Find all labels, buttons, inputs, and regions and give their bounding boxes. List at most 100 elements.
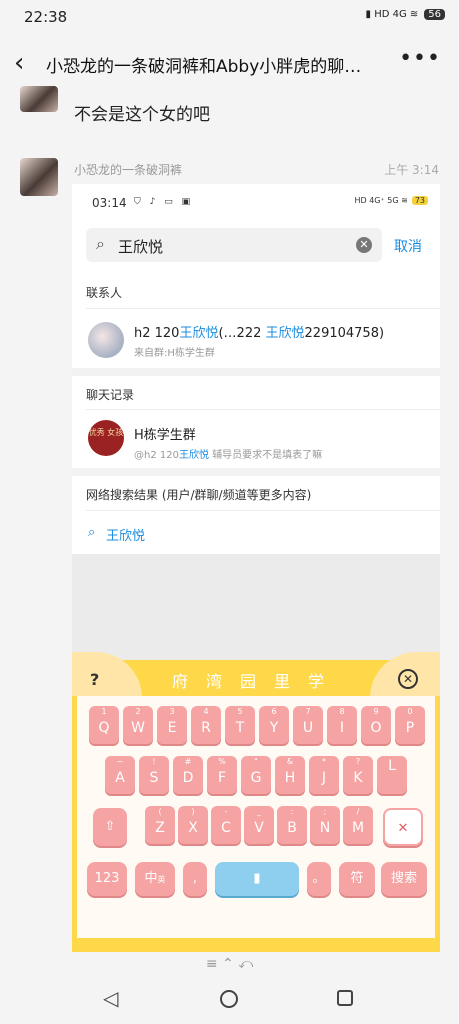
language-key[interactable]: 中英: [135, 862, 175, 896]
key-symbol: &: [286, 757, 294, 766]
key-symbol: ~: [116, 757, 124, 766]
preview-highlight: 王欣悦: [178, 450, 209, 461]
key-j[interactable]: * J: [309, 756, 339, 794]
key-symbol: 3: [169, 707, 175, 716]
key-letter: D: [182, 770, 194, 786]
key-y[interactable]: 6Y: [259, 706, 289, 744]
message-text: 不会是这个女的吧: [74, 105, 210, 125]
key-letter: F: [217, 770, 227, 786]
nav-home-icon[interactable]: [220, 990, 238, 1008]
key-w[interactable]: 2W: [123, 706, 153, 744]
contact-name-prefix: h2 120: [134, 326, 180, 341]
key-letter: X: [188, 820, 198, 836]
key-z[interactable]: (Z: [145, 806, 175, 844]
key-d[interactable]: # D: [173, 756, 203, 794]
web-search-query[interactable]: 王欣悦: [106, 525, 145, 544]
key-symbol: 7: [305, 707, 311, 716]
key-symbol: 9: [373, 707, 379, 716]
key-symbol: ;: [323, 807, 327, 816]
key-row-1: 1Q2W3E4R5T6Y7U8I9O0P: [89, 706, 429, 746]
nav-recents-icon[interactable]: [337, 990, 353, 1006]
key-s[interactable]: ! S: [139, 756, 169, 794]
image-signal-icons: HD 4G⁺ 5G ≋: [354, 196, 408, 205]
divider: [86, 308, 440, 309]
key-row-3: (Z) X - C _ V: B; N / M: [145, 806, 375, 846]
key-k[interactable]: ? K: [343, 756, 373, 794]
comma-key[interactable]: ,: [183, 862, 207, 896]
key-m[interactable]: / M: [343, 806, 373, 844]
key-q[interactable]: 1Q: [89, 706, 119, 744]
key-l[interactable]: L: [377, 756, 407, 794]
key-letter: H: [284, 770, 296, 786]
contact-avatar[interactable]: [88, 322, 124, 358]
search-key[interactable]: 搜索: [381, 862, 427, 896]
group-name[interactable]: H栋学生群: [134, 424, 196, 443]
search-input[interactable]: ⌕ 王欣悦 ✕: [86, 228, 382, 262]
key-symbol: ?: [355, 757, 361, 766]
key-symbol: 8: [339, 707, 345, 716]
key-letter: E: [167, 720, 177, 736]
message-image[interactable]: 03:14 ⛉ ♪ ▭ ▣ HD 4G⁺ 5G ≋ 73 ⌕ 王欣悦 ✕ 取消 …: [72, 184, 440, 952]
image-battery-icon: 73: [411, 196, 428, 205]
key-b[interactable]: :B: [277, 806, 307, 844]
key-i[interactable]: 8I: [327, 706, 357, 744]
key-e[interactable]: 3E: [157, 706, 187, 744]
chat-header: ‹ 小恐龙的一条破洞裤和Abby小胖虎的聊… •••: [0, 44, 459, 84]
divider: [86, 409, 440, 410]
key-letter: C: [221, 820, 231, 836]
key-p[interactable]: 0P: [395, 706, 425, 744]
key-letter: K: [353, 770, 363, 786]
key-symbol: %: [218, 757, 226, 766]
key-letter: U: [302, 720, 314, 736]
back-icon[interactable]: ‹: [14, 48, 24, 78]
key-r[interactable]: 4R: [191, 706, 221, 744]
contact-name-highlight: 王欣悦: [265, 326, 305, 341]
key-h[interactable]: & H: [275, 756, 305, 794]
key-letter: Z: [155, 820, 165, 836]
key-x[interactable]: ) X: [178, 806, 208, 844]
nav-back-icon[interactable]: ◁: [103, 986, 118, 1010]
key-o[interactable]: 9O: [361, 706, 391, 744]
key-symbol: *: [322, 757, 326, 766]
delete-key[interactable]: ✕: [383, 808, 423, 846]
search-icon: ⌕: [96, 234, 105, 253]
key-symbol: !: [152, 757, 156, 766]
key-f[interactable]: % F: [207, 756, 237, 794]
key-n[interactable]: ; N: [310, 806, 340, 844]
keys-area: 1Q2W3E4R5T6Y7U8I9O0P ~ A! S # D% F " G & H * J? K L (…: [72, 696, 440, 952]
space-key[interactable]: ▮: [215, 862, 299, 896]
key-a[interactable]: ~ A: [105, 756, 135, 794]
shift-key[interactable]: ⇧: [93, 808, 127, 846]
key-u[interactable]: 7U: [293, 706, 323, 744]
symbols-key[interactable]: 符: [339, 862, 375, 896]
more-icon[interactable]: •••: [399, 46, 441, 71]
avatar[interactable]: [20, 86, 58, 112]
contact-name[interactable]: h2 120王欣悦(…222 王欣悦229104758): [134, 322, 384, 341]
avatar[interactable]: [20, 158, 58, 196]
search-icon: ⌕: [88, 525, 96, 540]
period-key[interactable]: 。: [307, 862, 331, 896]
key-v[interactable]: _ V: [244, 806, 274, 844]
key-letter: Y: [269, 720, 279, 736]
contacts-header: 联系人: [86, 286, 123, 300]
key-symbol: #: [184, 757, 192, 766]
image-status-bar: 03:14 ⛉ ♪ ▭ ▣ HD 4G⁺ 5G ≋ 73: [72, 184, 440, 222]
key-c[interactable]: -C: [211, 806, 241, 844]
mic-icon: ▮: [253, 871, 261, 886]
key-letter: N: [319, 820, 331, 836]
key-t[interactable]: 5T: [225, 706, 255, 744]
close-keyboard-icon[interactable]: ✕: [398, 669, 418, 689]
key-symbol: /: [356, 807, 360, 816]
section-divider: [72, 368, 440, 376]
key-g[interactable]: " G: [241, 756, 271, 794]
candidate-words[interactable]: 府湾园里学: [172, 668, 342, 692]
battery-icon: 56: [424, 9, 445, 20]
numbers-key[interactable]: 123: [87, 862, 127, 896]
help-icon[interactable]: ?: [90, 670, 99, 689]
clear-icon[interactable]: ✕: [356, 237, 372, 253]
cancel-button[interactable]: 取消: [394, 236, 422, 256]
key-symbol: :: [290, 807, 294, 816]
section-divider: [72, 468, 440, 476]
group-avatar[interactable]: 优秀 女孩: [88, 420, 124, 456]
web-results-header: 网络搜索结果 (用户/群聊/频道等更多内容): [86, 488, 312, 502]
